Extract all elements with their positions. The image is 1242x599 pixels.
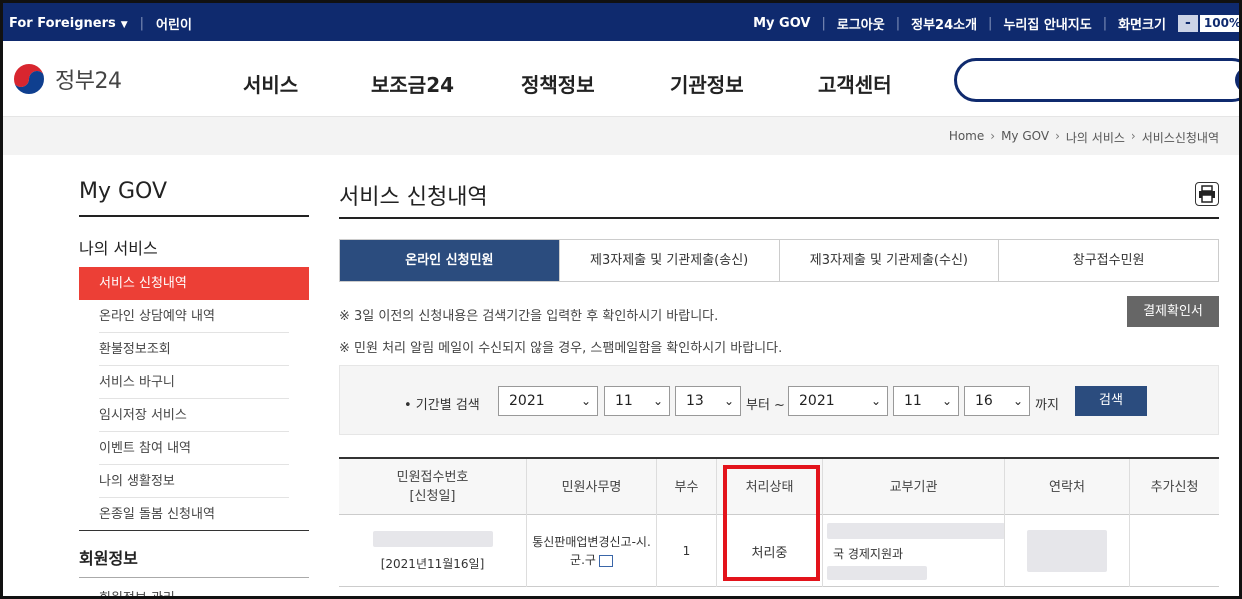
col-contact: 연락처 [1004, 459, 1129, 515]
redacted-agency [827, 565, 927, 580]
sidebar-divider [79, 577, 309, 578]
site-header: 정부24 서비스 보조금24 정책정보 기관정보 고객센터 [3, 41, 1239, 117]
chevron-right-icon: › [1130, 129, 1136, 143]
nav-customer-center[interactable]: 고객센터 [818, 69, 892, 98]
cell-contact [1004, 515, 1129, 587]
to-label: 까지 [1035, 398, 1059, 413]
page-frame: For Foreigners ▼ | 어린이 My GOV | 로그아웃 | 정부… [0, 0, 1242, 599]
breadcrumb-mygov[interactable]: My GOV [1001, 129, 1049, 146]
sidebar-item-temp-saved[interactable]: 임시저장 서비스 [99, 399, 289, 432]
tab-third-party-received[interactable]: 제3자제출 및 기관제출(수신) [778, 240, 999, 281]
period-search-label: • 기간별 검색 [404, 398, 480, 413]
nav-policy-info[interactable]: 정책정보 [521, 69, 595, 98]
title-divider [339, 217, 1219, 219]
tab-third-party-sent[interactable]: 제3자제출 및 기관제출(송신) [558, 240, 779, 281]
chevron-down-icon: ⌄ [941, 394, 952, 408]
service-tabs: 온라인 신청민원 제3자제출 및 기관제출(송신) 제3자제출 및 기관제출(수… [339, 239, 1219, 282]
sidebar-item-consult-reservation[interactable]: 온라인 상담예약 내역 [99, 300, 289, 333]
from-label: 부터 ~ [746, 398, 785, 413]
status-highlight-box [723, 465, 820, 581]
site-logo[interactable]: 정부24 [9, 59, 122, 99]
to-day-select[interactable]: 16 ⌄ [964, 386, 1030, 416]
from-year-select[interactable]: 2021 ⌄ [498, 386, 598, 416]
screen-size-label: 화면크기 [1118, 18, 1166, 33]
about-link[interactable]: 정부24소개 [911, 14, 977, 33]
sidebar-item-care[interactable]: 온종일 돌봄 신청내역 [79, 498, 309, 531]
chevron-right-icon: › [1055, 129, 1060, 143]
cell-service-name[interactable]: 통신판매업변경신고-시. 군.구 [526, 515, 656, 587]
kids-link[interactable]: 어린이 [156, 14, 192, 33]
period-search-box: • 기간별 검색 2021 ⌄ 11 ⌄ 13 ⌄ 부터 ~ 2021 ⌄ 11 ⌄ 16… [339, 365, 1219, 435]
zoom-out-button[interactable]: - [1177, 15, 1198, 32]
chevron-down-icon: ⌄ [652, 394, 663, 408]
taegeuk-logo-icon [10, 60, 48, 98]
sidebar-item-service-history[interactable]: 서비스 신청내역 [79, 267, 309, 300]
sidebar-item-refund[interactable]: 환불정보조회 [99, 333, 289, 366]
sidebar-item-life-info[interactable]: 나의 생활정보 [99, 465, 289, 498]
search-button[interactable]: 검색 [1075, 386, 1147, 416]
logout-link[interactable]: 로그아웃 [837, 14, 885, 33]
sidebar-title: My GOV [79, 179, 168, 204]
printer-icon [1199, 185, 1215, 203]
breadcrumb-home[interactable]: Home [949, 129, 984, 146]
sidebar-divider [79, 215, 309, 217]
logo-text: 정부24 [55, 69, 122, 94]
for-foreigners-link[interactable]: For Foreigners ▼ [9, 16, 128, 31]
search-input[interactable] [954, 58, 1239, 102]
tab-online-request[interactable]: 온라인 신청민원 [340, 240, 559, 281]
sidebar-item-events[interactable]: 이벤트 참여 내역 [99, 432, 289, 465]
cell-receipt-no: [2021년11월16일] [339, 515, 526, 587]
chevron-down-icon: ⌄ [1012, 394, 1023, 408]
sidebar-item-member-manage[interactable]: 회원정보 관리 [99, 587, 175, 596]
sidebar-section-title: 나의 서비스 [79, 239, 158, 258]
from-day-select[interactable]: 13 ⌄ [675, 386, 741, 416]
col-receipt-no: 민원접수번호 [신청일] [396, 470, 469, 504]
cell-agency: 국 경제지원과 [822, 515, 1005, 587]
chevron-down-icon: ⌄ [723, 394, 734, 408]
payment-receipt-button[interactable]: 결제확인서 [1127, 296, 1219, 327]
from-month-select[interactable]: 11 ⌄ [604, 386, 670, 416]
nav-agency-info[interactable]: 기관정보 [670, 69, 744, 98]
to-year-select[interactable]: 2021 ⌄ [788, 386, 888, 416]
tab-counter-request[interactable]: 창구접수민원 [998, 240, 1218, 281]
page-title: 서비스 신청내역 [339, 185, 488, 210]
mygov-link[interactable]: My GOV [753, 16, 810, 31]
breadcrumb-current: 서비스신청내역 [1141, 131, 1219, 145]
print-button[interactable] [1195, 182, 1219, 206]
breadcrumb-band: Home › My GOV › 나의 서비스 › 서비스신청내역 [3, 117, 1239, 155]
col-service-name: 민원사무명 [526, 459, 656, 515]
cell-additional [1129, 515, 1219, 587]
sidebar-section-member: 회원정보 [79, 549, 138, 568]
breadcrumb-my-service[interactable]: 나의 서비스 [1066, 129, 1125, 146]
caret-down-icon: ▼ [120, 20, 128, 30]
request-table: 민원접수번호 [신청일] 민원사무명 부수 처리상태 교부기관 연락처 추가신청… [339, 457, 1219, 587]
col-agency: 교부기관 [822, 459, 1004, 515]
sitemap-link[interactable]: 누리집 안내지도 [1003, 14, 1091, 33]
top-utility-bar: For Foreigners ▼ | 어린이 My GOV | 로그아웃 | 정부… [3, 3, 1239, 41]
chevron-down-icon: ⌄ [870, 394, 881, 408]
breadcrumb: Home › My GOV › 나의 서비스 › 서비스신청내역 [949, 129, 1219, 146]
to-month-select[interactable]: 11 ⌄ [893, 386, 959, 416]
col-count: 부수 [656, 459, 716, 515]
redacted-agency [827, 522, 1005, 539]
sidebar-menu: 서비스 신청내역 온라인 상담예약 내역 환불정보조회 서비스 바구니 임시저장… [79, 267, 309, 531]
search-icon[interactable] [1235, 67, 1239, 93]
chevron-down-icon: ⌄ [580, 394, 591, 408]
edit-icon[interactable] [598, 554, 613, 567]
redacted-contact [1027, 530, 1107, 572]
notice-text: ※ 3일 이전의 신청내용은 검색기간을 입력한 후 확인하시기 바랍니다. [339, 309, 719, 324]
redacted-receipt-number [372, 530, 493, 547]
chevron-right-icon: › [990, 129, 996, 143]
nav-subsidy24[interactable]: 보조금24 [371, 69, 454, 98]
notice-text: ※ 민원 처리 알림 메일이 수신되지 않을 경우, 스팸메일함을 확인하시기 … [339, 341, 783, 356]
nav-service[interactable]: 서비스 [243, 69, 298, 98]
cell-count: 1 [656, 515, 716, 587]
sidebar-item-basket[interactable]: 서비스 바구니 [99, 366, 289, 399]
zoom-value: 100% [1199, 15, 1239, 32]
col-additional: 추가신청 [1129, 459, 1219, 515]
